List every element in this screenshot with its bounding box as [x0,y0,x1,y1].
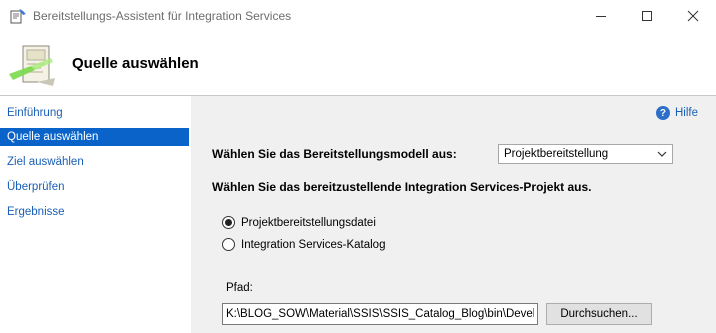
minimize-icon [596,16,606,17]
deployment-model-select[interactable]: Projektbereitstellung [498,144,673,164]
title-bar: Bereitstellungs-Assistent für Integratio… [0,0,716,32]
deployment-model-value: Projektbereitstellung [504,148,609,160]
model-label: Wählen Sie das Bereitstellungsmodell aus… [212,147,457,161]
minimize-button[interactable] [578,0,624,32]
chevron-down-icon [657,151,667,157]
page-header: Quelle auswählen [0,32,716,96]
window-title: Bereitstellungs-Assistent für Integratio… [33,9,292,23]
nav-item-quelle-auswaehlen[interactable]: Quelle auswählen [0,128,189,146]
close-icon [687,10,699,22]
wizard-app-icon [10,9,26,24]
close-button[interactable] [670,0,716,32]
wizard-banner-image [9,45,55,86]
nav-item-einfuehrung[interactable]: Einführung [0,104,189,122]
radio-integration-services-katalog[interactable]: Integration Services-Katalog [222,238,385,251]
radio-button-checked[interactable] [222,216,235,229]
wizard-step-nav: Einführung Quelle auswählen Ziel auswähl… [0,96,191,333]
page-title: Quelle auswählen [72,55,199,72]
help-icon: ? [655,106,670,120]
nav-item-ueberpruefen[interactable]: Überprüfen [0,178,189,196]
browse-button[interactable]: Durchsuchen... [546,303,652,325]
radio-label: Projektbereitstellungsdatei [241,216,376,229]
radio-label: Integration Services-Katalog [241,238,386,251]
nav-item-ergebnisse[interactable]: Ergebnisse [0,203,189,221]
main-content: ? Hilfe Wählen Sie das Bereitstellungsmo… [191,96,716,333]
maximize-button[interactable] [624,0,670,32]
deployment-wizard-window: Bereitstellungs-Assistent für Integratio… [0,0,716,333]
project-label: Wählen Sie das bereitzustellende Integra… [212,180,592,194]
help-link[interactable]: ? Hilfe [655,106,698,120]
help-label: Hilfe [674,107,698,119]
radio-projektbereitstellungsdatei[interactable]: Projektbereitstellungsdatei [222,216,376,229]
path-label: Pfad: [226,282,253,294]
maximize-icon [642,11,652,21]
nav-item-ziel-auswaehlen[interactable]: Ziel auswählen [0,153,189,171]
path-input[interactable] [222,303,538,325]
radio-button-unchecked[interactable] [222,238,235,251]
